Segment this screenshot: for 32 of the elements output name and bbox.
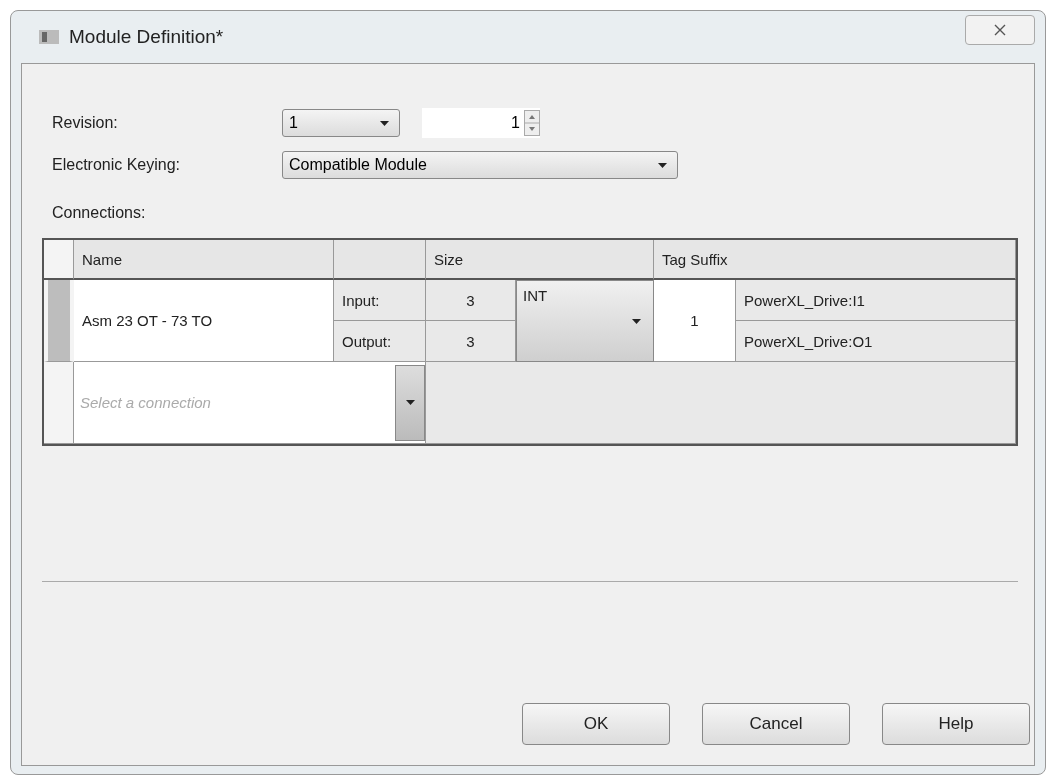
data-type-dropdown[interactable]: INT [516,280,654,362]
table-cell: Asm 23 OT - 73 TO [74,280,334,362]
table-cell: 3 [426,280,516,321]
keying-label: Electronic Keying: [52,156,182,174]
revision-dropdown[interactable]: 1 [282,109,400,137]
cancel-button[interactable]: Cancel [702,703,850,745]
revision-label: Revision: [52,114,119,132]
caret-icon [658,162,667,168]
window-title: Module Definition* [69,26,224,48]
table-cell: 1 [654,280,736,362]
table-cell: PowerXL_Drive:O1 [736,321,1016,362]
minor-revision-spinner[interactable]: 1 [422,108,540,138]
table-cell: 3 [426,321,516,362]
row-selector[interactable] [44,362,74,444]
spinner-arrows-icon [524,110,540,136]
window-icon [39,30,59,44]
help-button[interactable]: Help [882,703,1030,745]
column-header[interactable]: Name [74,240,334,280]
keying-dropdown[interactable]: Compatible Module [282,151,678,179]
corner-header [44,240,74,280]
close-icon [994,24,1006,36]
caret-icon [405,400,415,405]
caret-icon [380,120,389,126]
table-cell: Input: [334,280,426,321]
close-button[interactable] [965,15,1035,45]
caret-icon [632,319,641,324]
column-header[interactable]: Size [426,240,654,280]
table-cell: Output: [334,321,426,362]
column-header[interactable]: Tag Suffix [654,240,1016,280]
connections-label: Connections: [52,204,147,222]
ok-button[interactable]: OK [522,703,670,745]
table-cell: PowerXL_Drive:I1 [736,280,1016,321]
